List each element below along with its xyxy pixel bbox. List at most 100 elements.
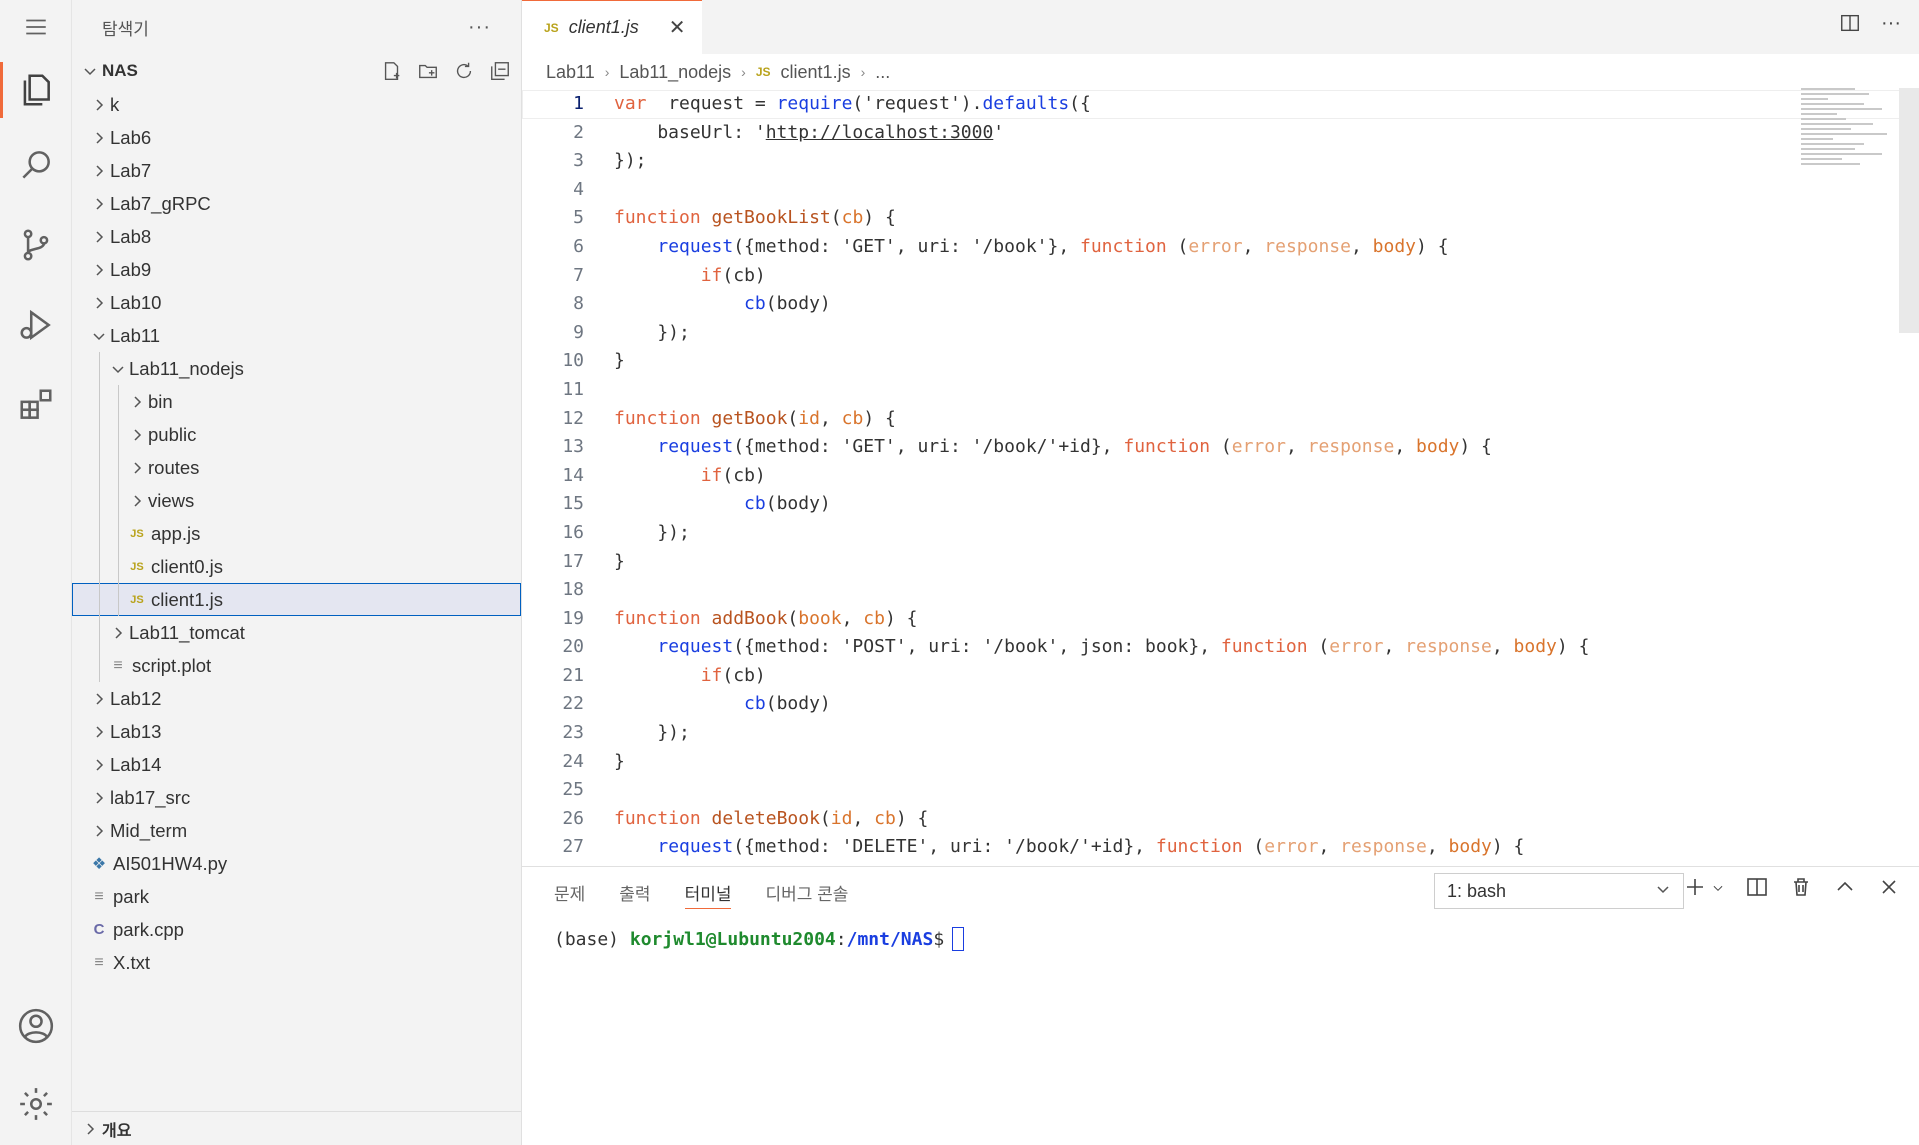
tree-folder[interactable]: Mid_term (72, 814, 521, 847)
tree-folder[interactable]: Lab14 (72, 748, 521, 781)
code-token: ) { (884, 607, 918, 629)
code-line: 19 function addBook(book, cb) { (522, 605, 1919, 634)
settings-gear-icon[interactable] (0, 1074, 72, 1134)
new-file-icon[interactable] (379, 58, 405, 84)
breadcrumb-item[interactable]: Lab11_nodejs (619, 62, 731, 83)
code-token: response (1340, 836, 1427, 858)
tree-folder[interactable]: routes (72, 451, 521, 484)
workspace-section-header[interactable]: NAS (72, 54, 521, 88)
tree-folder[interactable]: Lab8 (72, 220, 521, 253)
code-token: var (614, 93, 647, 114)
tree-folder[interactable]: bin (72, 385, 521, 418)
chevron-down-icon[interactable] (1711, 880, 1725, 900)
explorer-icon[interactable] (0, 58, 72, 122)
panel-tab[interactable]: 디버그 콘솔 (765, 867, 848, 917)
tree-folder[interactable]: Lab9 (72, 253, 521, 286)
code-token: body (1513, 636, 1557, 658)
python-file-icon: ❖ (91, 855, 107, 873)
tree-folder[interactable]: Lab10 (72, 286, 521, 319)
tree-folder[interactable]: Lab7_gRPC (72, 187, 521, 220)
indent-guide (118, 517, 119, 550)
tree-file[interactable]: ❖ AI501HW4.py (72, 847, 521, 880)
collapse-all-icon[interactable] (487, 58, 513, 84)
outline-section-header[interactable]: 개요 (72, 1111, 521, 1145)
code-token: body (1448, 836, 1492, 858)
indent-guide (99, 352, 100, 385)
tree-file[interactable]: JS app.js (72, 517, 521, 550)
trash-icon[interactable] (1789, 875, 1813, 904)
code-line: 1 var request = require('request').defaul… (522, 90, 1919, 119)
tree-folder[interactable]: k (72, 88, 521, 121)
vertical-scrollbar[interactable] (1899, 88, 1919, 333)
tree-folder[interactable]: Lab11_nodejs (72, 352, 521, 385)
tree-file[interactable]: ≡ script.plot (72, 649, 521, 682)
tree-file[interactable]: ≡ park (72, 880, 521, 913)
code-token: , (841, 607, 864, 629)
code-token: } (614, 750, 625, 772)
code-line: 20 request({method: 'POST', uri: '/book'… (522, 633, 1919, 662)
panel-tab[interactable]: 출력 (619, 867, 650, 917)
more-actions-icon[interactable]: ··· (468, 16, 491, 39)
extensions-icon[interactable] (0, 375, 72, 435)
new-folder-icon[interactable] (415, 58, 441, 84)
search-icon[interactable] (0, 135, 72, 195)
tree-item-label: Lab7_gRPC (110, 192, 211, 214)
tree-file[interactable]: JS client1.js (72, 583, 521, 616)
close-icon[interactable] (1877, 875, 1901, 904)
refresh-icon[interactable] (451, 58, 477, 84)
code-text: function deleteBook(id, cb) { (584, 805, 928, 834)
tree-folder[interactable]: Lab7 (72, 154, 521, 187)
breadcrumb-item[interactable]: ... (875, 62, 890, 83)
code-token: ( (1307, 636, 1330, 658)
code-line: 14 if(cb) (522, 462, 1919, 491)
tree-folder[interactable]: views (72, 484, 521, 517)
tab-client1-js[interactable]: JS client1.js ✕ (522, 0, 702, 54)
close-icon[interactable]: ✕ (669, 15, 686, 40)
split-terminal-icon[interactable] (1745, 875, 1769, 904)
code-editor[interactable]: 1 var request = require('request').defaul… (522, 90, 1919, 866)
source-control-icon[interactable] (0, 215, 72, 275)
tree-folder[interactable]: Lab11 (72, 319, 521, 352)
code-line: 22 cb(body) (522, 690, 1919, 719)
code-text: if(cb) (584, 462, 766, 491)
prompt-end: $ (933, 928, 945, 950)
tree-folder[interactable]: Lab11_tomcat (72, 616, 521, 649)
breadcrumb-item[interactable]: client1.js (781, 62, 851, 83)
tree-folder[interactable]: Lab6 (72, 121, 521, 154)
tree-file[interactable]: ≡ X.txt (72, 946, 521, 979)
tree-folder[interactable]: lab17_src (72, 781, 521, 814)
tree-file[interactable]: JS client0.js (72, 550, 521, 583)
panel-tab[interactable]: 문제 (554, 867, 585, 917)
account-icon[interactable] (0, 996, 72, 1056)
tree-folder[interactable]: Lab12 (72, 682, 521, 715)
terminal-select[interactable]: 1: bash (1434, 873, 1684, 909)
terminal[interactable]: (base) korjwl1@Lubuntu2004:/mnt/NAS $ (522, 917, 1919, 951)
minimap[interactable] (1801, 88, 1891, 208)
run-debug-icon[interactable] (0, 295, 72, 355)
breadcrumb-item[interactable]: Lab11 (546, 62, 595, 83)
code-token: ) { (863, 407, 896, 429)
maximize-panel-icon[interactable] (1833, 875, 1857, 904)
tree-item-label: public (148, 423, 197, 445)
code-token: ) { (1556, 636, 1590, 658)
more-actions-icon[interactable]: ··· (1881, 12, 1901, 40)
code-token: , (1242, 235, 1265, 257)
tree-folder[interactable]: public (72, 418, 521, 451)
split-editor-icon[interactable] (1839, 12, 1861, 40)
tree-item-label: park.cpp (113, 918, 184, 940)
tree-file[interactable]: Cpark.cpp (72, 913, 521, 946)
editor-actions: ··· (1839, 12, 1901, 40)
line-number: 7 (573, 264, 584, 286)
code-text: } (584, 748, 625, 777)
tree-folder[interactable]: Lab13 (72, 715, 521, 748)
prompt-env: (base) (554, 928, 630, 950)
new-terminal-icon[interactable] (1683, 875, 1707, 904)
menu-icon[interactable] (0, 0, 72, 54)
line-number: 20 (562, 636, 584, 658)
panel-tab[interactable]: 터미널 (684, 867, 731, 917)
